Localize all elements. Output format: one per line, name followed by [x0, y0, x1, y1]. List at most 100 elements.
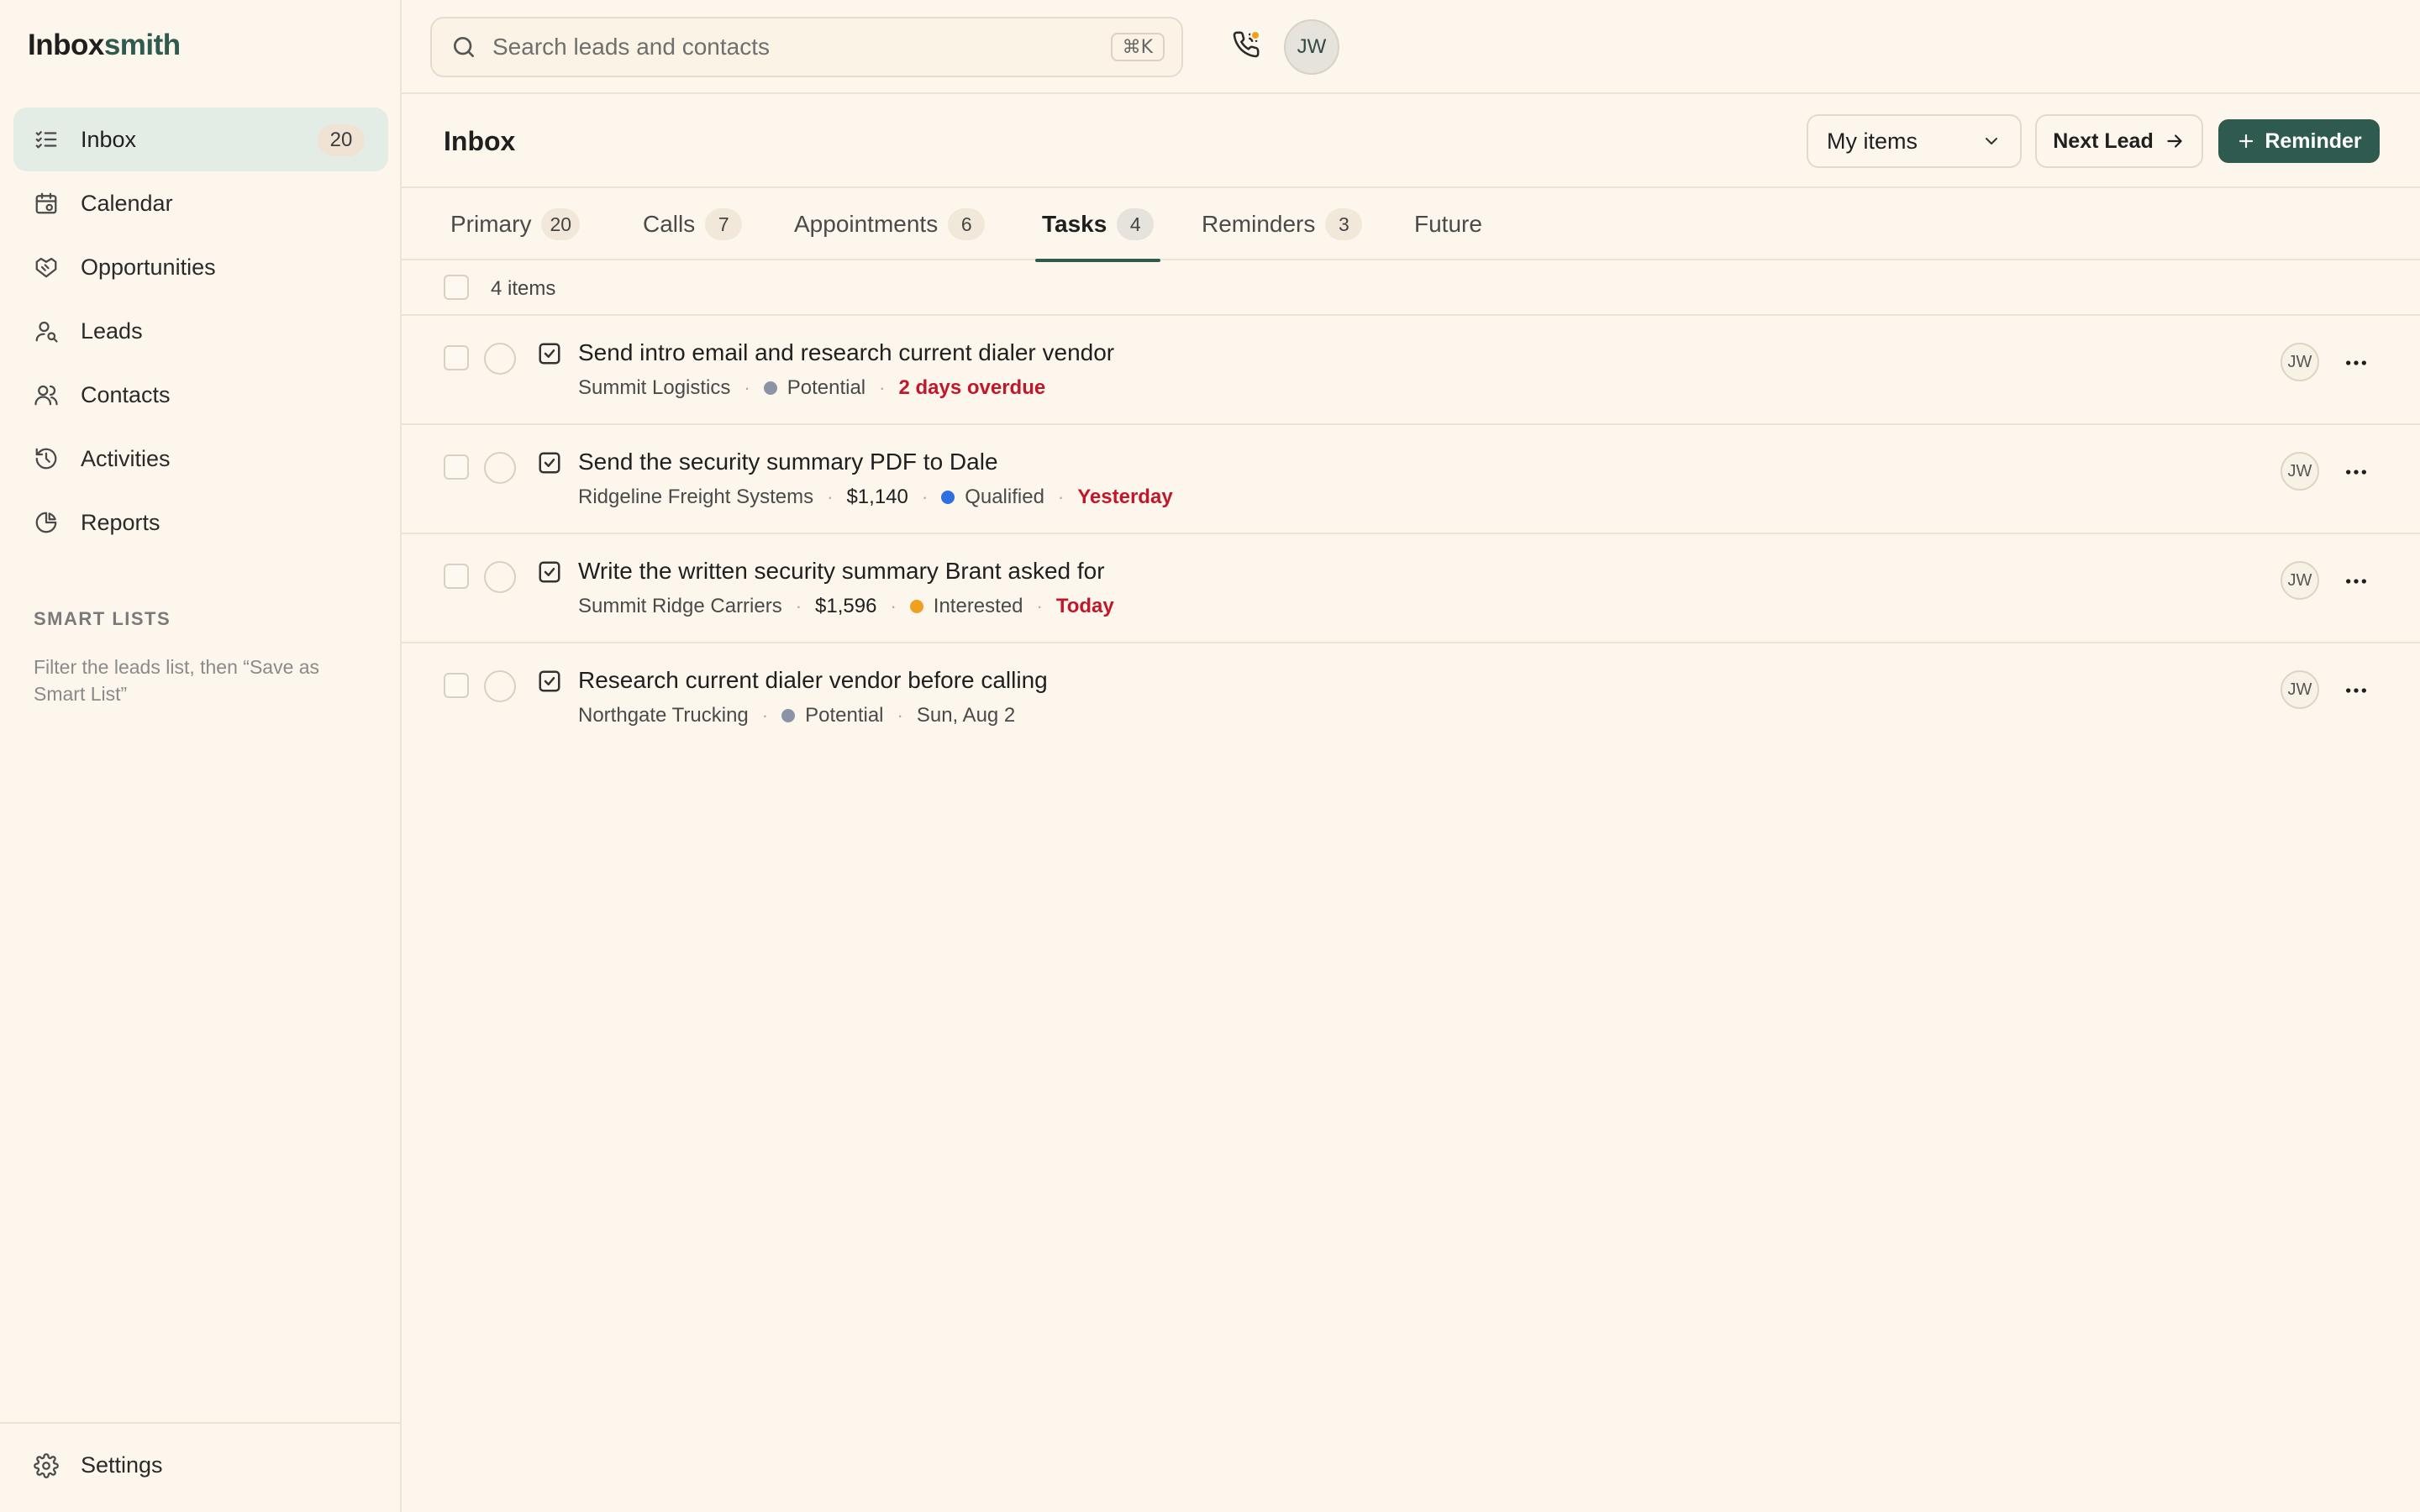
- tab-label: Calls: [643, 211, 696, 237]
- task-meta: Ridgeline Freight Systems · $1,140 · Qua…: [578, 486, 1173, 509]
- sidebar-item-label: Calendar: [81, 190, 173, 216]
- sidebar-item-contacts[interactable]: Contacts: [13, 363, 388, 427]
- row-more-button[interactable]: [2339, 674, 2373, 707]
- row-checkbox[interactable]: [444, 564, 469, 589]
- reminder-label: Reminder: [2265, 129, 2362, 153]
- tab-calls[interactable]: Calls 7: [643, 188, 743, 260]
- users-icon: [34, 382, 59, 407]
- due-date: Yesterday: [1077, 486, 1173, 508]
- phone-icon: [1232, 30, 1265, 59]
- company-name[interactable]: Summit Ridge Carriers: [578, 595, 782, 618]
- separator: ·: [1057, 486, 1065, 507]
- separator: ·: [827, 486, 834, 507]
- table-row[interactable]: Write the written security summary Brant…: [402, 534, 2420, 643]
- row-more-button[interactable]: [2339, 564, 2373, 598]
- history-icon: [34, 446, 59, 471]
- add-reminder-button[interactable]: Reminder: [2218, 119, 2380, 163]
- sidebar-item-opportunities[interactable]: Opportunities: [13, 235, 388, 299]
- sidebar-item-inbox[interactable]: Inbox 20: [13, 108, 388, 171]
- task-title[interactable]: Research current dialer vendor before ca…: [578, 667, 1048, 694]
- search-input[interactable]: [492, 34, 1111, 60]
- company-name[interactable]: Northgate Trucking: [578, 704, 749, 727]
- arrow-right-icon: [2164, 130, 2186, 152]
- complete-task-toggle[interactable]: [484, 452, 516, 484]
- company-name[interactable]: Summit Logistics: [578, 376, 730, 400]
- sidebar-item-leads[interactable]: Leads: [13, 299, 388, 363]
- status-dot: [763, 381, 777, 395]
- separator: ·: [921, 486, 929, 507]
- due-date: Today: [1055, 595, 1114, 617]
- row-more-button[interactable]: [2339, 346, 2373, 380]
- status-dot: [941, 491, 955, 504]
- assignee-avatar: JW: [2281, 670, 2319, 709]
- sidebar-item-settings[interactable]: Settings: [34, 1452, 163, 1478]
- task-title[interactable]: Send the security summary PDF to Dale: [578, 449, 998, 475]
- task-title[interactable]: Send intro email and research current di…: [578, 339, 1114, 366]
- table-row[interactable]: Send the security summary PDF to Dale Ri…: [402, 425, 2420, 534]
- tab-tasks[interactable]: Tasks 4: [1034, 188, 1161, 262]
- row-checkbox[interactable]: [444, 345, 469, 370]
- sidebar-item-label: Activities: [81, 445, 171, 471]
- complete-task-toggle[interactable]: [484, 343, 516, 375]
- list-toolbar: 4 items: [402, 260, 2420, 316]
- sidebar-item-label: Contacts: [81, 381, 171, 407]
- complete-task-toggle[interactable]: [484, 670, 516, 702]
- search-shortcut-hint: ⌘K: [1110, 33, 1165, 61]
- tab-future[interactable]: Future: [1414, 188, 1482, 260]
- calendar-icon: [34, 191, 59, 216]
- next-lead-button[interactable]: Next Lead: [2035, 114, 2203, 168]
- search-icon: [450, 34, 477, 60]
- chevron-down-icon: [1981, 131, 2002, 151]
- tab-count-badge: 4: [1117, 208, 1155, 240]
- list-check-icon: [34, 127, 59, 152]
- owner-filter-select[interactable]: My items: [1807, 114, 2022, 168]
- task-meta: Northgate Trucking · Potential · Sun, Au…: [578, 704, 1015, 727]
- tab-label: Primary: [450, 211, 532, 237]
- handshake-icon: [34, 255, 59, 280]
- tab-count-badge: 3: [1325, 208, 1363, 240]
- sidebar-item-calendar[interactable]: Calendar: [13, 171, 388, 235]
- task-checkbox-icon: [537, 341, 562, 366]
- separator: ·: [890, 596, 897, 617]
- page-header: Inbox My items Next Lead Reminder: [402, 94, 2420, 188]
- due-date: Sun, Aug 2: [916, 704, 1016, 727]
- tab-primary[interactable]: Primary 20: [450, 188, 581, 260]
- row-checkbox[interactable]: [444, 673, 469, 698]
- topbar: ⌘K JW: [402, 0, 2420, 94]
- select-all-checkbox[interactable]: [444, 275, 469, 300]
- app-logo[interactable]: Inboxsmith: [28, 29, 181, 62]
- table-row[interactable]: Research current dialer vendor before ca…: [402, 643, 2420, 753]
- sidebar: Inboxsmith Inbox 20 Calendar Opportuniti…: [0, 0, 402, 1512]
- tab-reminders[interactable]: Reminders 3: [1202, 188, 1363, 260]
- search-box[interactable]: ⌘K: [430, 17, 1183, 77]
- complete-task-toggle[interactable]: [484, 561, 516, 593]
- tab-label: Future: [1414, 211, 1482, 237]
- more-horizontal-icon: [2346, 470, 2366, 475]
- phone-button[interactable]: [1232, 30, 1265, 64]
- task-meta: Summit Logistics · Potential · 2 days ov…: [578, 376, 1045, 400]
- sidebar-footer: Settings: [0, 1422, 400, 1512]
- tab-count-badge: 7: [705, 208, 743, 240]
- row-checkbox[interactable]: [444, 454, 469, 480]
- smart-lists-hint: Filter the leads list, then “Save as Sma…: [34, 656, 320, 705]
- logo-accent: smith: [103, 29, 181, 61]
- table-row[interactable]: Send intro email and research current di…: [402, 316, 2420, 425]
- task-title[interactable]: Write the written security summary Brant…: [578, 558, 1105, 585]
- tab-appointments[interactable]: Appointments 6: [794, 188, 986, 260]
- sidebar-item-activities[interactable]: Activities: [13, 427, 388, 491]
- task-checkbox-icon: [537, 450, 562, 475]
- tab-count-badge: 6: [948, 208, 986, 240]
- task-list: Send intro email and research current di…: [402, 316, 2420, 753]
- sidebar-item-label: Opportunities: [81, 254, 216, 280]
- user-avatar[interactable]: JW: [1284, 19, 1339, 75]
- sidebar-nav: Inbox 20 Calendar Opportunities Leads Co…: [13, 108, 388, 554]
- company-name[interactable]: Ridgeline Freight Systems: [578, 486, 813, 509]
- tab-label: Appointments: [794, 211, 939, 237]
- row-more-button[interactable]: [2339, 455, 2373, 489]
- separator: ·: [879, 377, 886, 398]
- tab-label: Tasks: [1042, 211, 1107, 237]
- separator: ·: [897, 705, 903, 726]
- task-checkbox-icon: [537, 669, 562, 694]
- sidebar-item-reports[interactable]: Reports: [13, 491, 388, 554]
- sidebar-item-label: Leads: [81, 318, 143, 344]
